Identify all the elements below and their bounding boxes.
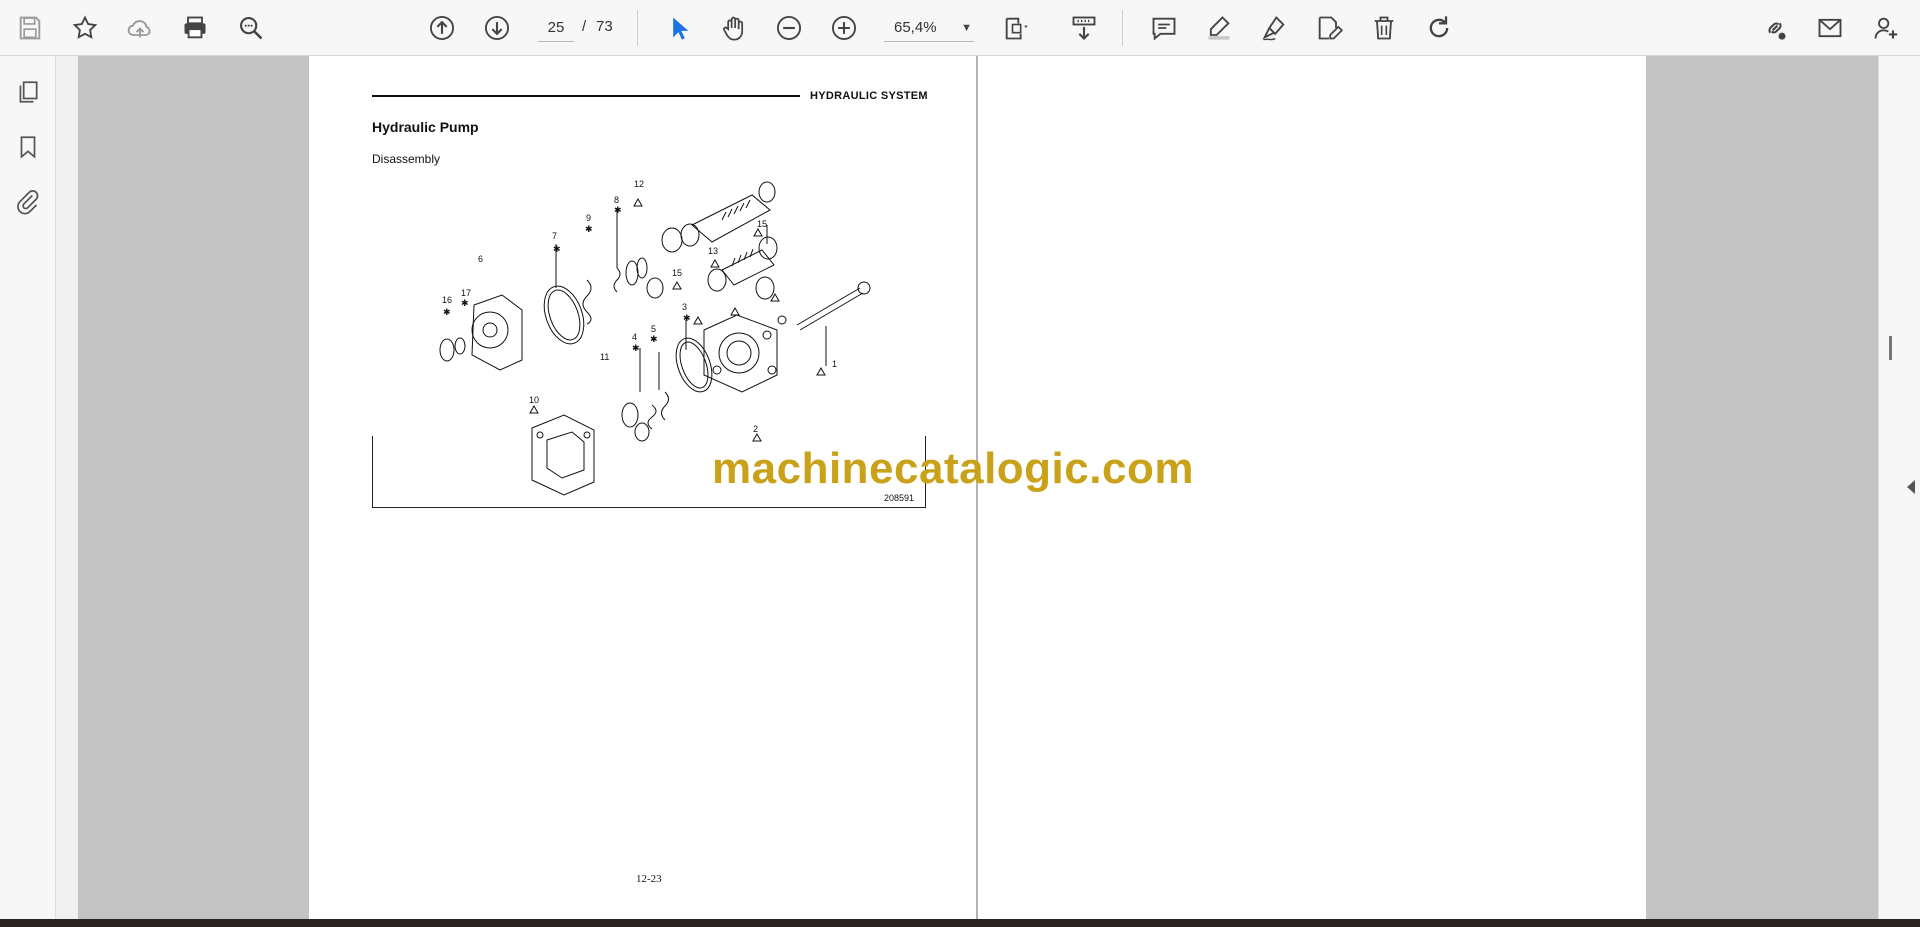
email-icon[interactable] [1812, 10, 1848, 46]
toolbar-divider [1122, 10, 1123, 46]
watermark: machinecatalogic.com [712, 444, 1194, 493]
page-separator: / [582, 18, 587, 35]
previous-page-icon[interactable] [424, 10, 460, 46]
svg-text:10: 10 [529, 395, 539, 405]
svg-text:✱: ✱ [553, 244, 561, 254]
svg-text:✱: ✱ [585, 224, 593, 234]
svg-text:✱: ✱ [614, 205, 622, 215]
hand-tool-icon[interactable] [716, 10, 752, 46]
section-header-rule [372, 95, 800, 97]
svg-text:✱: ✱ [632, 343, 640, 353]
svg-text:11: 11 [600, 352, 609, 362]
save-icon[interactable] [12, 10, 48, 46]
viewport-margin-right [1646, 56, 1879, 919]
svg-text:7: 7 [552, 231, 557, 241]
svg-text:2: 2 [753, 424, 758, 434]
share-link-icon[interactable] [1757, 10, 1793, 46]
add-user-icon[interactable] [1868, 10, 1904, 46]
scroll-mode-icon[interactable] [1066, 10, 1102, 46]
chevron-down-icon: ▼ [961, 22, 972, 34]
svg-text:✱: ✱ [650, 334, 658, 344]
print-icon[interactable] [177, 10, 213, 46]
bookmarks-icon[interactable] [12, 131, 44, 163]
attachments-icon[interactable] [12, 186, 44, 218]
zoom-in-icon[interactable] [826, 10, 862, 46]
scrollbar-thumb[interactable] [1889, 336, 1892, 360]
svg-text:8: 8 [614, 195, 619, 205]
svg-text:3: 3 [682, 302, 687, 312]
rotate-icon[interactable] [1421, 10, 1457, 46]
highlight-icon[interactable] [1201, 10, 1237, 46]
right-rail [1878, 56, 1920, 919]
page-title: Hydraulic Pump [372, 119, 479, 135]
svg-text:6: 6 [478, 254, 483, 264]
page-subtitle: Disassembly [372, 152, 441, 166]
main-toolbar: / 73 65,4% ▼ [0, 0, 1920, 56]
svg-text:✱: ✱ [683, 313, 691, 323]
comment-icon[interactable] [1146, 10, 1182, 46]
zoom-level-value: 65,4% [894, 19, 937, 36]
svg-text:15: 15 [672, 268, 682, 278]
zoom-out-icon[interactable] [771, 10, 807, 46]
select-cursor-icon[interactable] [661, 10, 697, 46]
page-fit-icon[interactable] [998, 10, 1034, 46]
svg-text:✱: ✱ [443, 307, 451, 317]
svg-text:12: 12 [634, 179, 644, 189]
svg-text:17: 17 [461, 288, 471, 298]
viewport-margin-left [78, 56, 309, 919]
svg-text:15: 15 [757, 219, 767, 229]
svg-text:5: 5 [651, 324, 656, 334]
section-header: HYDRAULIC SYSTEM [810, 90, 928, 102]
bookmark-star-icon[interactable] [67, 10, 103, 46]
svg-text:9: 9 [586, 213, 591, 223]
expand-right-panel-icon[interactable] [1907, 480, 1915, 494]
total-pages: 73 [596, 18, 613, 35]
svg-text:4: 4 [632, 332, 637, 342]
page-footer-number: 12-23 [636, 873, 662, 885]
edit-pdf-icon[interactable] [1311, 10, 1347, 46]
find-text-icon[interactable] [233, 10, 269, 46]
cloud-upload-icon[interactable] [122, 10, 158, 46]
svg-text:13: 13 [708, 246, 718, 256]
figure-number: 208591 [884, 493, 915, 503]
svg-text:1: 1 [832, 359, 837, 369]
delete-icon[interactable] [1366, 10, 1402, 46]
svg-text:16: 16 [442, 295, 452, 305]
next-page-icon[interactable] [479, 10, 515, 46]
svg-text:✱: ✱ [461, 298, 469, 308]
left-navigation-rail [0, 56, 56, 919]
page-number-input[interactable] [538, 14, 574, 42]
taskbar-edge [0, 919, 1920, 927]
sign-pen-icon[interactable] [1256, 10, 1292, 46]
zoom-level-select[interactable]: 65,4% ▼ [884, 14, 974, 42]
toolbar-divider [637, 10, 638, 46]
pages-thumbnails-icon[interactable] [12, 76, 44, 108]
